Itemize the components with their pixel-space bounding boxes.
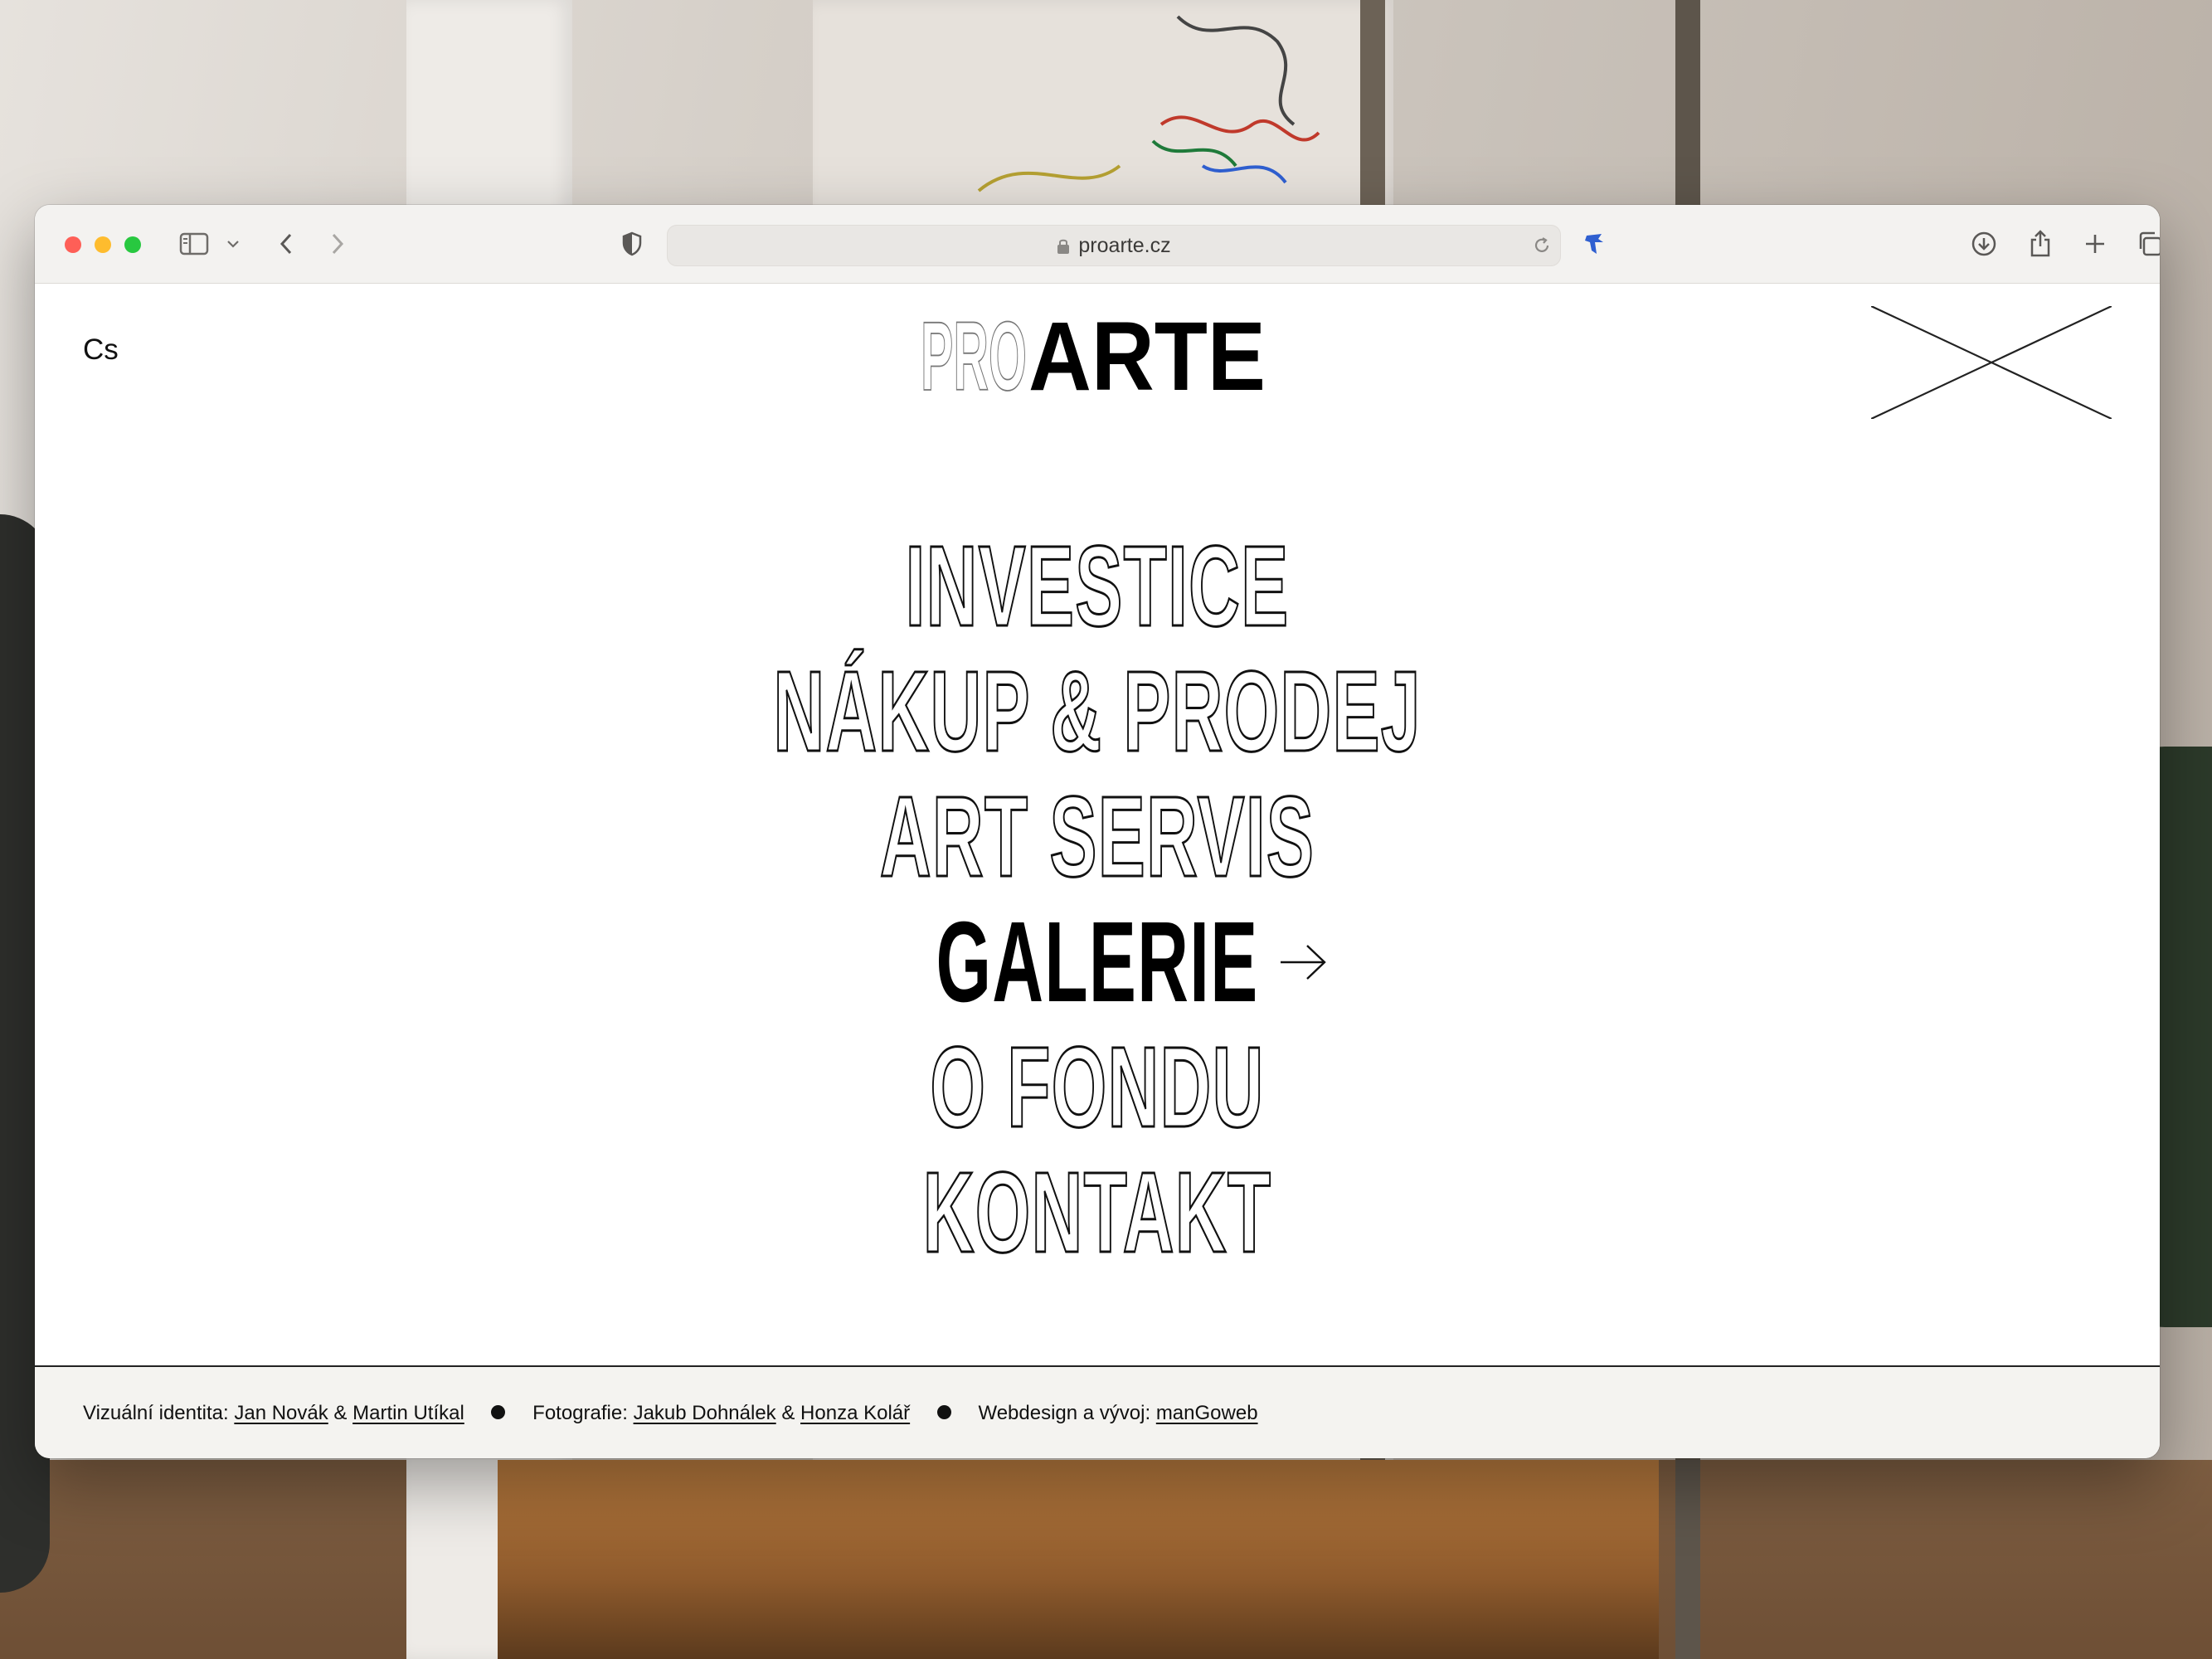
- footer-identity-label: Vizuální identita:: [83, 1402, 229, 1424]
- menu-item-art-servis[interactable]: ART SERVIS: [439, 773, 1756, 901]
- extension-icon[interactable]: [1579, 226, 1609, 262]
- address-bar[interactable]: proarte.cz: [667, 225, 1561, 266]
- browser-window: proarte.cz Cs PRO ARTE INVESTICE NÁKUP &…: [35, 205, 2160, 1458]
- back-icon[interactable]: [272, 226, 300, 262]
- menu-item-investice[interactable]: INVESTICE: [439, 523, 1756, 650]
- proarte-logo[interactable]: PRO ARTE: [919, 304, 1267, 395]
- url-text: proarte.cz: [1078, 234, 1171, 257]
- background-floor: [498, 1460, 1659, 1659]
- menu-item-kontakt[interactable]: KONTAKT: [439, 1149, 1756, 1277]
- menu-item-nakup-prodej[interactable]: NÁKUP & PRODEJ: [439, 648, 1756, 776]
- footer-separator-dot: [491, 1405, 506, 1420]
- chevron-down-icon[interactable]: [224, 226, 242, 262]
- logo-solid-text: ARTE: [1028, 304, 1266, 395]
- lock-icon: [1057, 240, 1070, 255]
- close-window-button[interactable]: [65, 236, 81, 253]
- footer-link-jakub-dohnalek[interactable]: Jakub Dohnálek: [634, 1402, 776, 1424]
- close-menu-icon[interactable]: [1871, 306, 2112, 419]
- footer-link-mangoweb[interactable]: manGoweb: [1156, 1402, 1258, 1424]
- web-page: Cs PRO ARTE INVESTICE NÁKUP & PRODEJ ART…: [35, 284, 2160, 1365]
- menu-item-galerie[interactable]: GALERIE: [439, 900, 1756, 1025]
- browser-toolbar: proarte.cz: [35, 205, 2160, 284]
- logo-outline-text: PRO: [921, 304, 1027, 395]
- page-footer: Vizuální identita: Jan Novák & Martin Ut…: [35, 1365, 2160, 1458]
- footer-link-jan-novak[interactable]: Jan Novák: [234, 1402, 328, 1424]
- background-sketch: [977, 15, 1320, 192]
- footer-link-honza-kolar[interactable]: Honza Kolář: [800, 1402, 910, 1424]
- footer-link-martin-utikal[interactable]: Martin Utíkal: [352, 1402, 464, 1424]
- footer-credits: Vizuální identita: Jan Novák & Martin Ut…: [83, 1402, 1258, 1425]
- main-menu: INVESTICE NÁKUP & PRODEJ ART SERVIS GALE…: [35, 523, 2160, 1277]
- address-url[interactable]: proarte.cz: [667, 225, 1561, 266]
- menu-item-galerie-wrapper: GALERIE: [35, 900, 2160, 1025]
- language-switcher[interactable]: Cs: [83, 333, 119, 367]
- sidebar-icon[interactable]: [177, 226, 211, 262]
- shield-icon[interactable]: [617, 226, 647, 262]
- footer-photo-label: Fotografie:: [532, 1402, 628, 1424]
- arrow-right-icon: [1281, 945, 1326, 980]
- footer-separator-dot: [936, 1405, 951, 1420]
- new-tab-icon[interactable]: [2080, 226, 2110, 262]
- footer-amp: &: [333, 1402, 348, 1424]
- forward-icon[interactable]: [323, 226, 352, 262]
- download-icon[interactable]: [1969, 226, 1999, 262]
- footer-amp: &: [781, 1402, 795, 1424]
- footer-web-label: Webdesign a vývoj:: [978, 1402, 1151, 1424]
- minimize-window-button[interactable]: [95, 236, 111, 253]
- share-icon[interactable]: [2025, 226, 2055, 262]
- menu-item-o-fondu[interactable]: O FONDU: [439, 1024, 1756, 1151]
- zoom-window-button[interactable]: [124, 236, 141, 253]
- tabs-overview-icon[interactable]: [2135, 226, 2160, 262]
- reload-icon[interactable]: [1529, 227, 1554, 264]
